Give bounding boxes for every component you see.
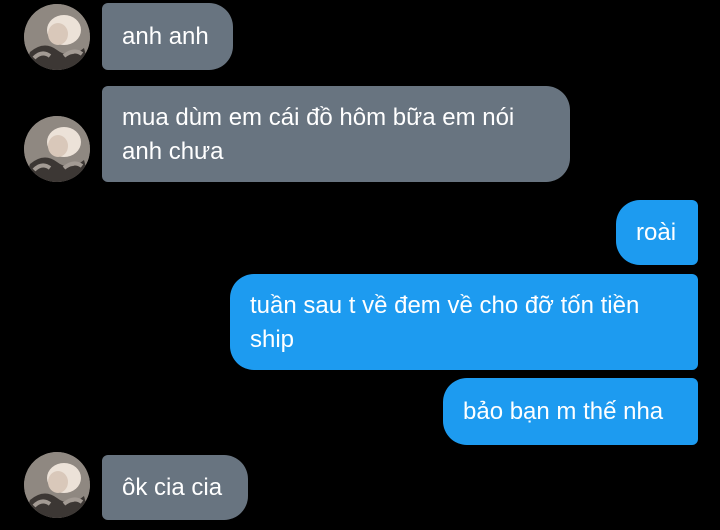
contact-avatar[interactable]: [24, 452, 90, 518]
message-bubble-incoming[interactable]: mua dùm em cái đồ hôm bữa em nói anh chư…: [102, 86, 570, 182]
message-bubble-outgoing[interactable]: tuần sau t về đem về cho đỡ tốn tiền shi…: [230, 274, 698, 370]
message-bubble-outgoing[interactable]: bảo bạn m thế nha: [443, 378, 698, 445]
message-bubble-incoming[interactable]: anh anh: [102, 3, 233, 70]
contact-avatar[interactable]: [24, 4, 90, 70]
message-text: roài: [636, 219, 677, 246]
contact-avatar[interactable]: [24, 116, 90, 182]
avatar-photo-icon: [24, 452, 90, 518]
chat-screen: { "conversation": { "messages": [ {"dire…: [0, 0, 720, 530]
avatar-photo-icon: [24, 4, 90, 70]
message-text: tuần sau t về đem về cho đỡ tốn tiền shi…: [250, 292, 640, 353]
message-text: bảo bạn m thế nha: [463, 398, 664, 425]
message-text: ôk cia cia: [122, 474, 223, 501]
message-bubble-incoming[interactable]: ôk cia cia: [102, 455, 248, 520]
avatar-photo-icon: [24, 116, 90, 182]
message-text: mua dùm em cái đồ hôm bữa em nói anh chư…: [122, 104, 515, 165]
message-text: anh anh: [122, 23, 209, 50]
message-bubble-outgoing[interactable]: roài: [616, 200, 698, 265]
